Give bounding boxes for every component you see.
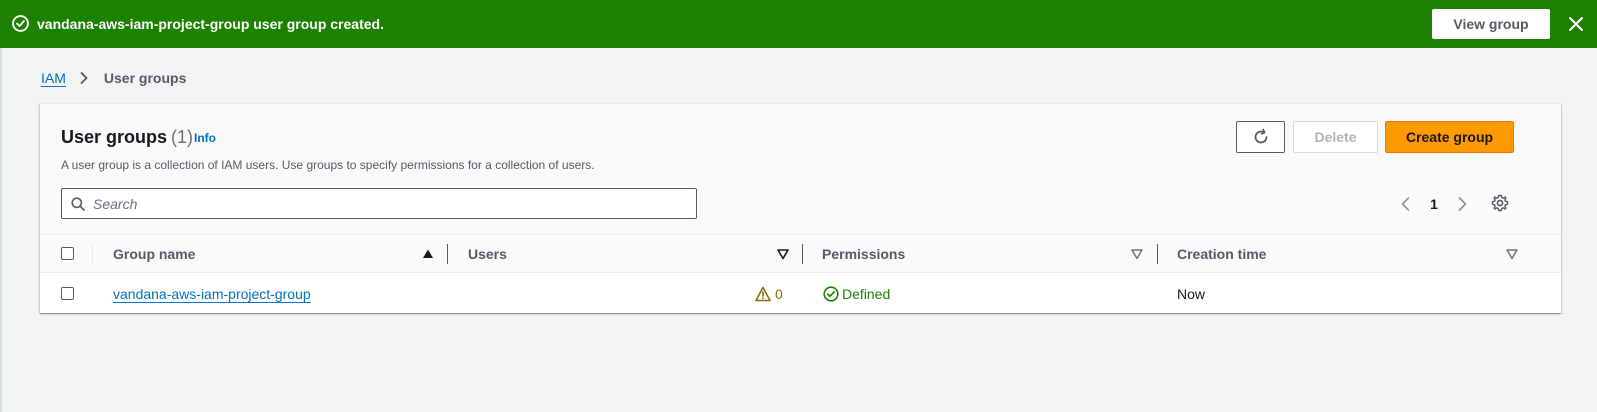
chevron-right-icon[interactable] (1454, 196, 1470, 212)
info-link[interactable]: Info (194, 131, 216, 145)
flash-message: vandana-aws-iam-project-group user group… (37, 16, 384, 32)
chevron-left-icon[interactable] (1398, 196, 1414, 212)
close-icon[interactable] (1566, 14, 1586, 34)
column-header-creation-time[interactable]: Creation time (1177, 246, 1266, 262)
column-header-users[interactable]: Users (468, 246, 507, 262)
users-count: 0 (775, 286, 783, 302)
permissions-status: Defined (842, 286, 891, 302)
title-text: User groups (61, 127, 168, 147)
group-count: (1) (171, 127, 194, 147)
search-field[interactable] (61, 188, 697, 219)
column-header-permissions[interactable]: Permissions (822, 246, 905, 262)
page-title: User groups (1) (61, 126, 193, 148)
breadcrumb: IAM User groups (41, 69, 186, 87)
creation-time: Now (1177, 286, 1206, 302)
select-all-checkbox[interactable] (61, 247, 74, 260)
success-flash-banner: vandana-aws-iam-project-group user group… (0, 0, 1597, 48)
success-check-icon (12, 15, 29, 32)
warning-icon (755, 286, 771, 302)
breadcrumb-iam-link[interactable]: IAM (41, 70, 66, 86)
user-groups-panel: User groups (1) Info A user group is a co… (40, 103, 1561, 313)
breadcrumb-current: User groups (103, 70, 187, 86)
group-name-link[interactable]: vandana-aws-iam-project-group (113, 286, 311, 302)
refresh-button[interactable] (1236, 121, 1285, 153)
status-success-icon (823, 286, 839, 302)
table-row: vandana-aws-iam-project-group 0 Defined … (40, 274, 1561, 313)
sort-ascending-icon[interactable] (422, 248, 434, 260)
column-divider (802, 244, 803, 264)
delete-button[interactable]: Delete (1293, 121, 1378, 153)
row-checkbox[interactable] (61, 287, 74, 300)
page-number[interactable]: 1 (1414, 196, 1454, 212)
search-icon (71, 197, 85, 211)
column-divider (92, 244, 93, 264)
left-divider (0, 48, 2, 412)
pagination: 1 (1398, 194, 1470, 214)
sort-unsorted-icon[interactable] (1506, 248, 1518, 260)
column-divider (447, 244, 448, 264)
sort-descending-icon[interactable] (777, 248, 789, 260)
search-input[interactable] (93, 189, 693, 218)
create-group-button[interactable]: Create group (1385, 121, 1514, 153)
column-divider (1157, 244, 1158, 264)
table-header: Group name Users Permissions Creation ti… (40, 235, 1561, 273)
gear-icon[interactable] (1491, 194, 1509, 212)
panel-description: A user group is a collection of IAM user… (61, 158, 595, 172)
column-header-group-name[interactable]: Group name (113, 246, 195, 262)
refresh-icon (1254, 128, 1267, 144)
view-group-button[interactable]: View group (1432, 9, 1550, 39)
panel-header: User groups (1) Info A user group is a co… (40, 104, 1561, 235)
chevron-right-icon (80, 72, 88, 84)
sort-unsorted-icon[interactable] (1131, 248, 1143, 260)
